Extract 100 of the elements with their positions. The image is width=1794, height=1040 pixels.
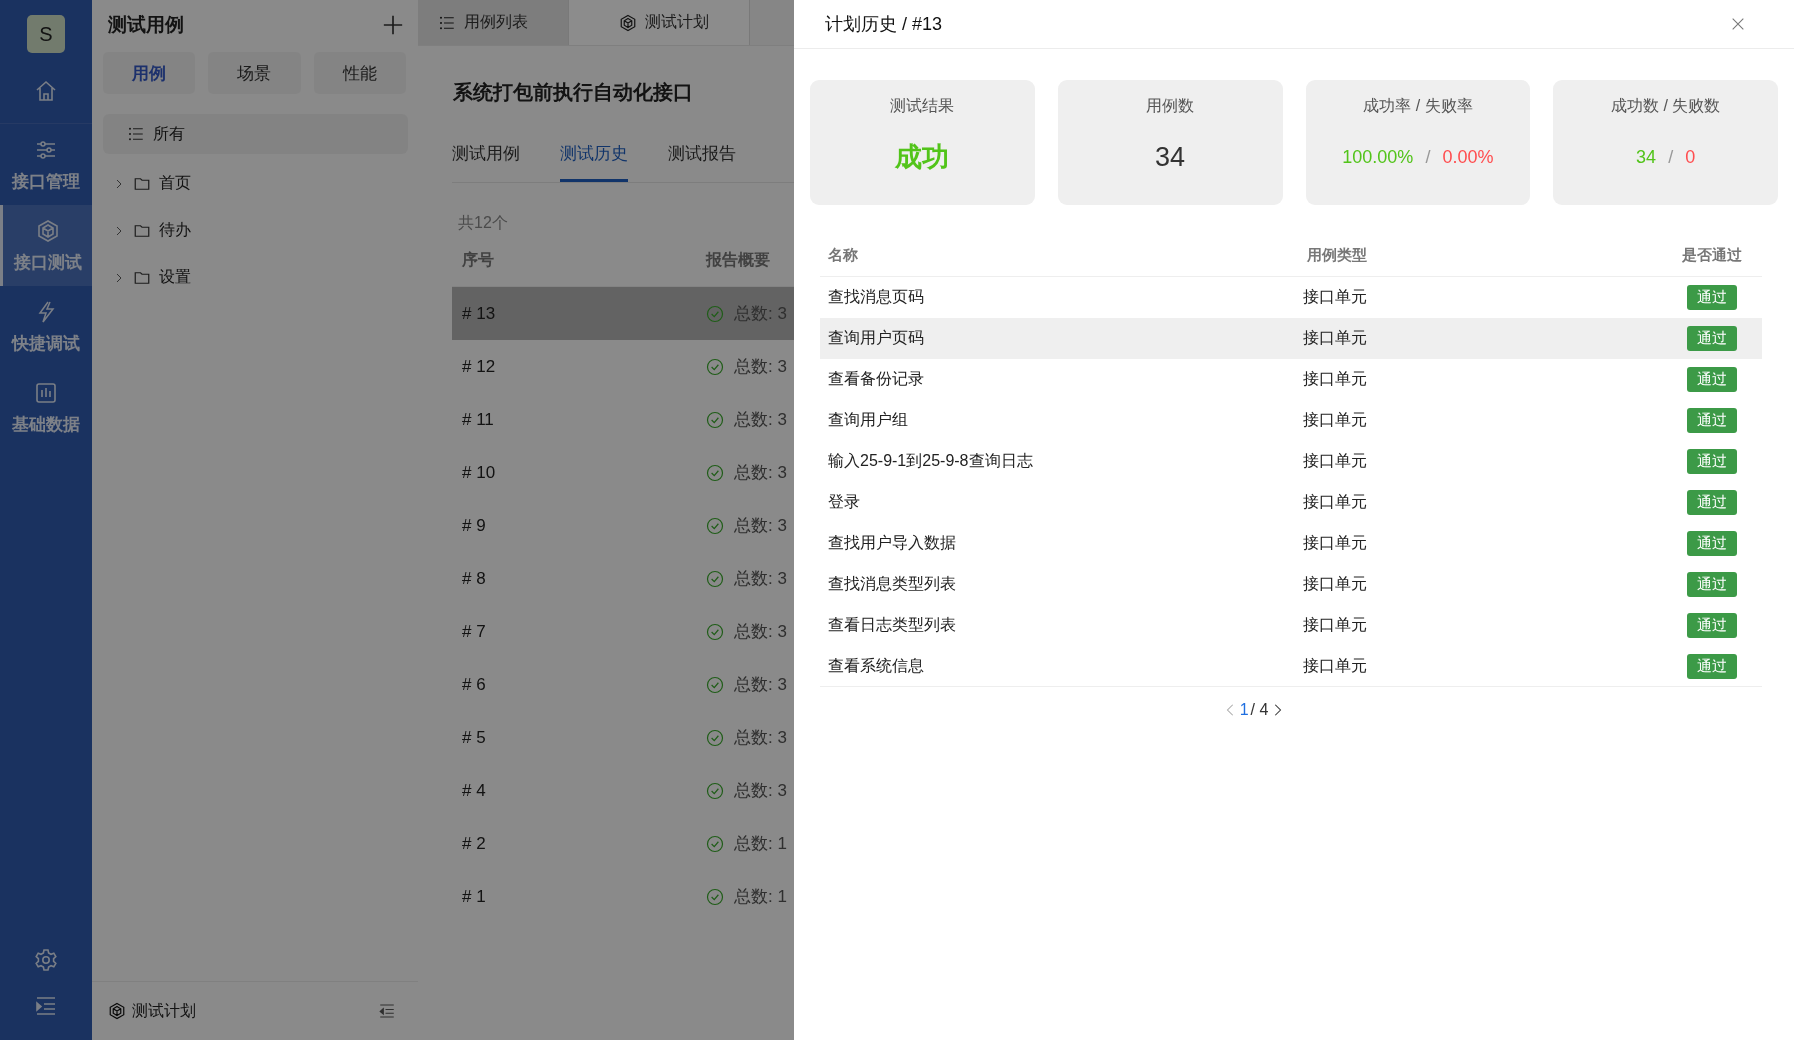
cube-icon bbox=[35, 219, 60, 243]
table-cell-text: 查询用户页码 bbox=[827, 327, 925, 348]
chart-icon bbox=[34, 381, 58, 405]
menu-icon[interactable] bbox=[34, 994, 58, 1018]
table-cell-text: 查看日志类型列表 bbox=[827, 614, 957, 635]
history-row[interactable]: # 1 总数: 1 bbox=[452, 870, 794, 923]
content-tab[interactable]: 测试历史 bbox=[560, 142, 628, 182]
table-row[interactable]: 查找消息页码 接口单元 通过 bbox=[820, 277, 1762, 318]
settings-icon[interactable] bbox=[34, 948, 58, 972]
table-cell-text: # 13 bbox=[461, 303, 497, 324]
status-badge: 通过 bbox=[1687, 325, 1737, 351]
history-row[interactable]: # 6 总数: 3 bbox=[452, 658, 794, 711]
segment-tab[interactable]: 性能 bbox=[313, 52, 406, 94]
table-cell-text: 接口单元 bbox=[1303, 614, 1368, 635]
status-badge: 通过 bbox=[1687, 571, 1737, 597]
table-cell-text: 接口单元 bbox=[1303, 655, 1368, 676]
table-cell-text: 总数: 3 bbox=[734, 515, 787, 537]
nav-item[interactable]: 基础数据 bbox=[0, 367, 92, 448]
footer-link[interactable]: 测试计划 bbox=[108, 1000, 196, 1022]
column-header: 报告概要 bbox=[706, 249, 770, 270]
table-cell-text: # 4 bbox=[461, 780, 487, 801]
stat-value: / bbox=[1425, 146, 1431, 168]
history-row[interactable]: # 8 总数: 3 bbox=[452, 552, 794, 605]
table-row[interactable]: 查找用户导入数据 接口单元 通过 bbox=[820, 523, 1762, 564]
history-row[interactable]: # 7 总数: 3 bbox=[452, 605, 794, 658]
avatar[interactable]: S bbox=[27, 15, 65, 53]
table-cell-text: 接口单元 bbox=[1303, 450, 1368, 471]
table-row[interactable]: 查看日志类型列表 接口单元 通过 bbox=[820, 605, 1762, 646]
tree-item[interactable]: 首页 bbox=[103, 160, 408, 207]
table-cell-text: 查看系统信息 bbox=[827, 655, 925, 676]
table-cell-text: # 10 bbox=[461, 462, 497, 483]
stat-label: 用例数 bbox=[1146, 96, 1195, 116]
stat-value: 100.00% bbox=[1342, 146, 1414, 168]
table-row[interactable]: 登录 接口单元 通过 bbox=[820, 482, 1762, 523]
table-cell-text: 总数: 3 bbox=[734, 409, 787, 431]
history-row[interactable]: # 11 总数: 3 bbox=[452, 393, 794, 446]
stat-label: 成功率 / 失败率 bbox=[1363, 96, 1473, 116]
tree-item[interactable]: 设置 bbox=[103, 254, 408, 301]
record-count: 共12个 bbox=[458, 213, 509, 233]
close-icon[interactable] bbox=[1730, 16, 1746, 32]
table-row[interactable]: 查看备份记录 接口单元 通过 bbox=[820, 359, 1762, 400]
table-row[interactable]: 查询用户页码 接口单元 通过 bbox=[820, 318, 1762, 359]
drawer-title: 计划历史 / #13 bbox=[825, 13, 943, 36]
table-row[interactable]: 输入25-9-1到25-9-8查询日志 接口单元 通过 bbox=[820, 441, 1762, 482]
table-cell-text: 查找消息页码 bbox=[827, 286, 925, 307]
table-cell-text: 总数: 1 bbox=[734, 833, 787, 855]
content-tab[interactable]: 测试报告 bbox=[668, 142, 736, 182]
history-row[interactable]: # 2 总数: 1 bbox=[452, 817, 794, 870]
table-cell-text: 查找用户导入数据 bbox=[827, 532, 957, 553]
status-badge: 通过 bbox=[1687, 530, 1737, 556]
history-row[interactable]: # 12 总数: 3 bbox=[452, 340, 794, 393]
stat-value: 34 bbox=[1155, 141, 1186, 173]
nav-label: 基础数据 bbox=[12, 414, 80, 436]
table-cell-text: 总数: 3 bbox=[734, 674, 787, 696]
sliders-icon bbox=[34, 138, 58, 162]
content-tab[interactable]: 测试用例 bbox=[452, 142, 520, 182]
history-row[interactable]: # 10 总数: 3 bbox=[452, 446, 794, 499]
table-cell-text: 接口单元 bbox=[1303, 532, 1368, 553]
table-row[interactable]: 查询用户组 接口单元 通过 bbox=[820, 400, 1762, 441]
table-cell-text: 总数: 1 bbox=[734, 886, 787, 908]
status-badge: 通过 bbox=[1687, 407, 1737, 433]
page-current: 1 bbox=[1239, 701, 1249, 719]
tree-item[interactable]: 待办 bbox=[103, 207, 408, 254]
table-cell-text: 总数: 3 bbox=[734, 356, 787, 378]
table-cell-text: # 6 bbox=[461, 674, 487, 695]
table-cell-text: 查找消息类型列表 bbox=[827, 573, 957, 594]
table-cell-text: 接口单元 bbox=[1303, 286, 1368, 307]
table-cell-text: 总数: 3 bbox=[734, 780, 787, 802]
table-cell-text: # 9 bbox=[461, 515, 487, 536]
nav-item[interactable]: 接口管理 bbox=[0, 124, 92, 205]
history-row[interactable]: # 4 总数: 3 bbox=[452, 764, 794, 817]
table-cell-text: 输入25-9-1到25-9-8查询日志 bbox=[827, 450, 1034, 471]
table-cell-text: # 2 bbox=[461, 833, 487, 854]
top-tab[interactable]: 用例列表 bbox=[418, 0, 569, 45]
column-header: 序号 bbox=[461, 249, 495, 270]
history-row[interactable]: # 5 总数: 3 bbox=[452, 711, 794, 764]
table-cell-text: 接口单元 bbox=[1303, 573, 1368, 594]
segment-tab[interactable]: 用例 bbox=[103, 52, 196, 94]
table-cell-text: 登录 bbox=[827, 491, 861, 512]
table-cell-text: 查看备份记录 bbox=[827, 368, 925, 389]
stat-value: 0.00% bbox=[1442, 146, 1494, 168]
nav-item[interactable]: 快捷调试 bbox=[0, 286, 92, 367]
column-header: 名称 bbox=[827, 246, 859, 265]
tree-item[interactable]: 所有 bbox=[103, 114, 408, 154]
plus-icon[interactable] bbox=[382, 14, 404, 36]
table-cell-text: 查询用户组 bbox=[827, 409, 909, 430]
table-row[interactable]: 查看系统信息 接口单元 通过 bbox=[820, 646, 1762, 687]
page-title: 系统打包前执行自动化接口 bbox=[453, 80, 694, 105]
top-tab[interactable]: 测试计划 bbox=[569, 0, 750, 45]
collapse-icon[interactable] bbox=[378, 1002, 396, 1020]
table-row[interactable]: 查找消息类型列表 接口单元 通过 bbox=[820, 564, 1762, 605]
table-cell-text: # 11 bbox=[461, 409, 495, 430]
status-badge: 通过 bbox=[1687, 284, 1737, 310]
status-badge: 通过 bbox=[1687, 489, 1737, 515]
panel-title: 测试用例 bbox=[108, 13, 184, 37]
footer-label: 测试计划 bbox=[132, 1000, 196, 1021]
tree-label: 设置 bbox=[159, 267, 191, 287]
segment-tab[interactable]: 场景 bbox=[208, 52, 301, 94]
table-cell-text: # 1 bbox=[461, 886, 487, 907]
history-row[interactable]: # 9 总数: 3 bbox=[452, 499, 794, 552]
